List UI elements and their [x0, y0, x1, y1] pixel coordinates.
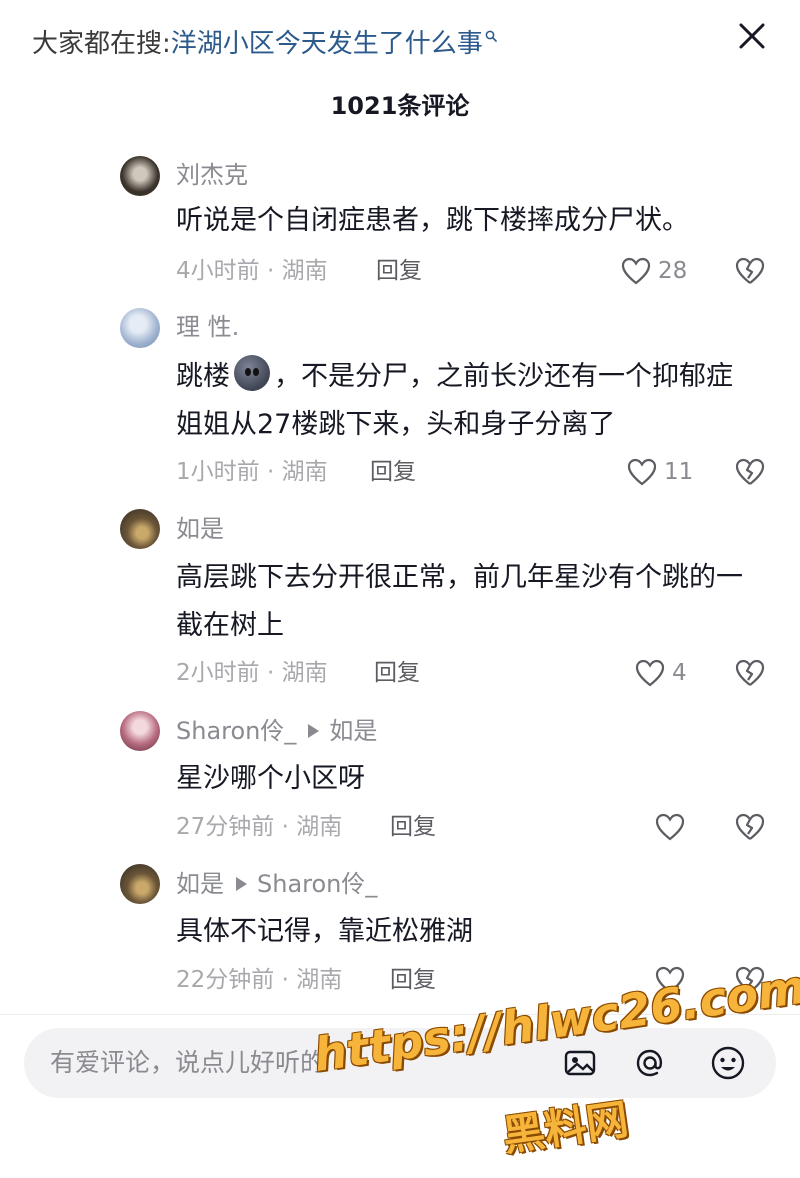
comment-text: 听说是个自闭症患者，跳下楼摔成分尸状。: [176, 205, 689, 236]
avatar[interactable]: [120, 509, 160, 549]
search-suggestion[interactable]: 大家都在搜:洋湖小区今天发生了什么事: [32, 24, 497, 64]
heart-icon: [635, 659, 665, 687]
search-icon: [485, 30, 497, 42]
broken-heart-icon[interactable]: [734, 457, 766, 487]
like-button[interactable]: 4: [634, 656, 687, 690]
comment-username[interactable]: 理 性.: [176, 310, 239, 344]
avatar[interactable]: [120, 156, 160, 196]
comment-time-location: 2小时前 · 湖南: [176, 660, 328, 686]
comment-count-title: 1021条评论: [330, 92, 470, 120]
emoji-icon: [234, 355, 270, 391]
search-suggestion-query[interactable]: 洋湖小区今天发生了什么事: [171, 29, 483, 59]
reply-button[interactable]: 回复: [376, 254, 422, 288]
reply-author[interactable]: 如是: [176, 870, 224, 898]
comment-text: 具体不记得，靠近松雅湖: [176, 916, 473, 947]
like-button[interactable]: 28: [620, 254, 687, 288]
reply-button[interactable]: 回复: [390, 963, 436, 997]
comment-time-location: 22分钟前 · 湖南: [176, 967, 343, 993]
reply-arrow-icon: [308, 724, 320, 738]
like-count: 28: [658, 258, 688, 284]
reply-target[interactable]: Sharon伶_: [257, 870, 377, 898]
close-icon[interactable]: [734, 18, 770, 54]
reply-button[interactable]: 回复: [370, 455, 416, 489]
like-count: 11: [664, 459, 694, 485]
reply-button[interactable]: 回复: [390, 810, 436, 844]
broken-heart-icon[interactable]: [734, 256, 766, 286]
like-button[interactable]: [654, 810, 686, 844]
search-suggestion-prefix: 大家都在搜:: [32, 29, 171, 59]
comment-text: 高层跳下去分开很正常，前几年星沙有个跳的一截在树上: [176, 562, 743, 641]
reply-arrow-icon: [236, 877, 247, 891]
comment-username[interactable]: 刘杰克: [176, 158, 248, 192]
comment-time-location: 27分钟前 · 湖南: [176, 814, 343, 840]
heart-icon: [621, 257, 651, 285]
avatar[interactable]: [120, 864, 160, 904]
broken-heart-icon[interactable]: [734, 658, 766, 688]
comment-username: Sharon伶_ 如是: [176, 714, 377, 748]
heart-icon: [627, 458, 657, 486]
comment-time-location: 4小时前 · 湖南: [176, 258, 328, 284]
broken-heart-icon[interactable]: [734, 812, 766, 842]
reply-button[interactable]: 回复: [374, 656, 420, 690]
comment-username: 如是 Sharon伶_: [176, 867, 377, 901]
comment-text-part: 跳楼: [176, 361, 230, 392]
top-bar: 大家都在搜:洋湖小区今天发生了什么事: [0, 0, 800, 88]
comment-time-location: 1小时前 · 湖南: [176, 459, 328, 485]
emoji-icon[interactable]: [708, 1043, 748, 1083]
comment-text: 星沙哪个小区呀: [176, 763, 365, 794]
like-count: 4: [672, 660, 687, 686]
avatar[interactable]: [120, 308, 160, 348]
heart-icon: [655, 813, 685, 841]
comment-input-placeholder: 有爱评论，说点儿好听的: [50, 1048, 326, 1077]
comment-username[interactable]: 如是: [176, 512, 224, 546]
comment-text: 跳楼 ，不是分尸，之前长沙还有一个抑郁症姐姐从27楼跳下来，头和身子分离了: [176, 353, 756, 449]
image-icon[interactable]: [560, 1043, 600, 1083]
avatar[interactable]: [120, 711, 160, 751]
reply-target[interactable]: 如是: [329, 717, 377, 745]
at-icon[interactable]: [630, 1043, 670, 1083]
like-button[interactable]: 11: [626, 455, 693, 489]
reply-author[interactable]: Sharon伶_: [176, 717, 296, 745]
